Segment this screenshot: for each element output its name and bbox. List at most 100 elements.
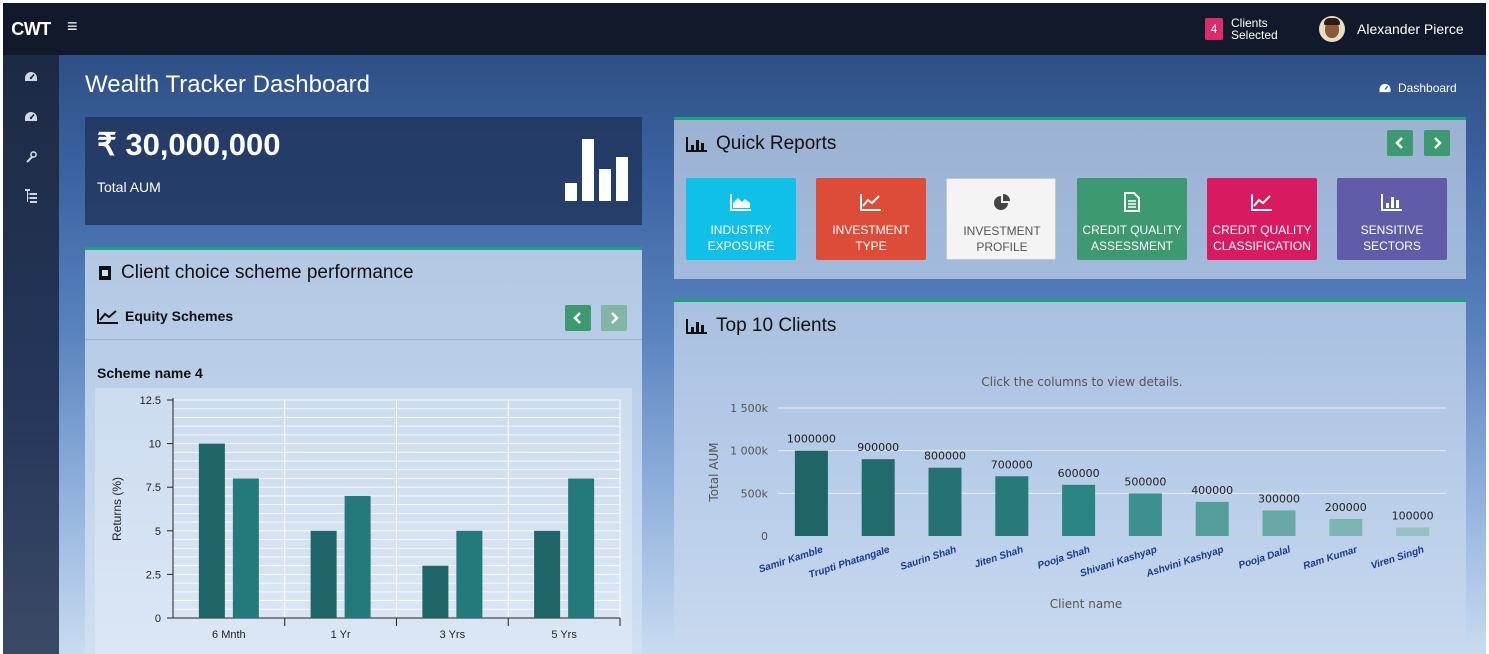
sidebar: [3, 55, 59, 654]
bar: [928, 467, 962, 536]
data-label: 800000: [924, 450, 966, 463]
dashboard-icon[interactable]: [21, 109, 41, 129]
breadcrumb[interactable]: Dashboard: [1378, 81, 1457, 95]
data-label: 300000: [1258, 492, 1300, 505]
top-clients-title: Top 10 Clients: [686, 315, 836, 337]
area-chart-icon: [686, 190, 796, 214]
y-tick-label: 1 500k: [730, 402, 768, 415]
y-tick-label: 0: [761, 530, 768, 543]
client-choice-panel: Client choice scheme performance Equity …: [85, 247, 642, 654]
x-tick-label: 3 Yrs: [440, 629, 466, 641]
client-choice-title: Client choice scheme performance: [97, 262, 414, 284]
chevron-left-icon: [573, 312, 581, 324]
pie-chart-icon: [947, 191, 1057, 215]
aum-value: ₹ 30,000,000: [97, 127, 281, 162]
app-logo[interactable]: CWT: [3, 3, 59, 55]
x-axis-label: Client name: [1050, 597, 1123, 611]
bar: [422, 565, 449, 618]
data-label: 100000: [1392, 509, 1434, 522]
data-label: 200000: [1325, 501, 1367, 514]
report-investment-type-button[interactable]: INVESTMENT TYPE: [816, 178, 926, 260]
bar: [995, 476, 1029, 536]
wrench-icon[interactable]: [21, 149, 41, 169]
sitemap-icon[interactable]: [21, 189, 41, 209]
quick-reports-panel: Quick Reports INDUSTRY EXPOSURE INVESTME…: [674, 117, 1466, 279]
data-label: 1000000: [787, 433, 836, 446]
chevron-right-icon: [611, 312, 619, 324]
bar: [1062, 484, 1096, 536]
bar-chart-icon: [686, 137, 707, 152]
page-title: Wealth Tracker Dashboard: [85, 71, 371, 98]
x-tick-label: Saurin Shah: [899, 544, 958, 572]
aum-label: Total AUM: [97, 179, 161, 195]
bar: [1396, 527, 1430, 536]
bar: [534, 530, 561, 618]
reports-prev-button[interactable]: [1387, 130, 1413, 156]
y-tick-label: 7.5: [146, 482, 161, 494]
report-credit-quality-assessment-button[interactable]: CREDIT QUALITY ASSESSMENT: [1077, 178, 1187, 260]
trophy-icon: [99, 266, 111, 280]
bar: [794, 450, 828, 536]
report-label: INDUSTRY EXPOSURE: [707, 223, 775, 253]
equity-prev-button[interactable]: [565, 305, 591, 331]
bar: [1329, 518, 1363, 536]
bar: [1195, 501, 1229, 536]
bar-chart-icon: [1337, 190, 1447, 214]
y-tick-label: 2.5: [146, 569, 161, 581]
bar: [1128, 493, 1162, 536]
bar: [344, 495, 371, 618]
equity-next-button[interactable]: [601, 305, 627, 331]
report-label: SENSITIVE SECTORS: [1360, 223, 1424, 253]
report-label: CREDIT QUALITY CLASSIFICATION: [1212, 223, 1312, 253]
data-label: 600000: [1058, 467, 1100, 480]
app-page: CWT ≡ 4 Clients Selected Alexander Pierc…: [3, 3, 1486, 654]
y-tick-label: 12.5: [140, 395, 161, 407]
line-chart-icon: [1207, 190, 1317, 214]
equity-schemes-label: Equity Schemes: [97, 308, 233, 324]
chevron-left-icon: [1395, 137, 1403, 149]
top-navbar: CWT ≡ 4 Clients Selected Alexander Pierc…: [3, 3, 1486, 55]
report-label: INVESTMENT TYPE: [832, 223, 910, 253]
dashboard-icon: [1379, 83, 1391, 92]
scheme-performance-chart: 0 2.5 5 7.5 10 12.5 Returns (%) 6 Mnth 1 Yr 3 Yrs…: [95, 388, 632, 654]
clients-selected-label: Clients Selected: [1231, 16, 1278, 42]
report-credit-quality-classification-button[interactable]: CREDIT QUALITY CLASSIFICATION: [1207, 178, 1317, 260]
y-tick-label: 500k: [741, 487, 769, 500]
clients-selected-indicator[interactable]: 4 Clients Selected: [1205, 16, 1291, 42]
clients-count-badge: 4: [1205, 18, 1223, 40]
reports-next-button[interactable]: [1424, 130, 1450, 156]
equity-schemes-header: Equity Schemes: [85, 298, 642, 340]
x-tick-label: 1 Yr: [331, 629, 351, 641]
y-tick-label: 1 000k: [730, 445, 768, 458]
x-tick-label: Viren Singh: [1370, 544, 1426, 572]
bar-chart-icon: [565, 139, 628, 201]
report-investment-profile-button[interactable]: INVESTMENT PROFILE: [946, 178, 1056, 260]
bar-chart-icon: [686, 319, 707, 334]
report-label: CREDIT QUALITY ASSESSMENT: [1082, 223, 1182, 253]
bar: [232, 478, 259, 618]
report-label: INVESTMENT PROFILE: [963, 224, 1041, 254]
chevron-right-icon: [1434, 137, 1442, 149]
x-tick-label: 5 Yrs: [551, 629, 577, 641]
report-sensitive-sectors-button[interactable]: SENSITIVE SECTORS: [1337, 178, 1447, 260]
x-tick-label: 6 Mnth: [212, 629, 246, 641]
file-text-icon: [1077, 190, 1187, 214]
bar: [568, 478, 595, 618]
report-industry-exposure-button[interactable]: INDUSTRY EXPOSURE: [686, 178, 796, 260]
quick-reports-title: Quick Reports: [686, 133, 836, 155]
avatar: [1319, 16, 1345, 42]
menu-toggle-icon[interactable]: ≡: [67, 16, 89, 40]
user-name: Alexander Pierce: [1357, 21, 1464, 37]
bar: [198, 443, 225, 618]
bar: [456, 530, 483, 618]
y-tick-label: 5: [155, 526, 161, 538]
bar: [861, 459, 895, 536]
data-label: 500000: [1124, 475, 1166, 488]
user-menu[interactable]: Alexander Pierce: [1319, 14, 1464, 44]
x-tick-label: Jiten Shah: [973, 544, 1025, 570]
data-label: 400000: [1191, 484, 1233, 497]
chart-subtitle: Click the columns to view details.: [981, 375, 1182, 389]
dashboard-icon[interactable]: [21, 69, 41, 89]
bar: [310, 530, 337, 618]
top-clients-chart: Click the columns to view details. 0 500k 1…: [707, 375, 1446, 611]
